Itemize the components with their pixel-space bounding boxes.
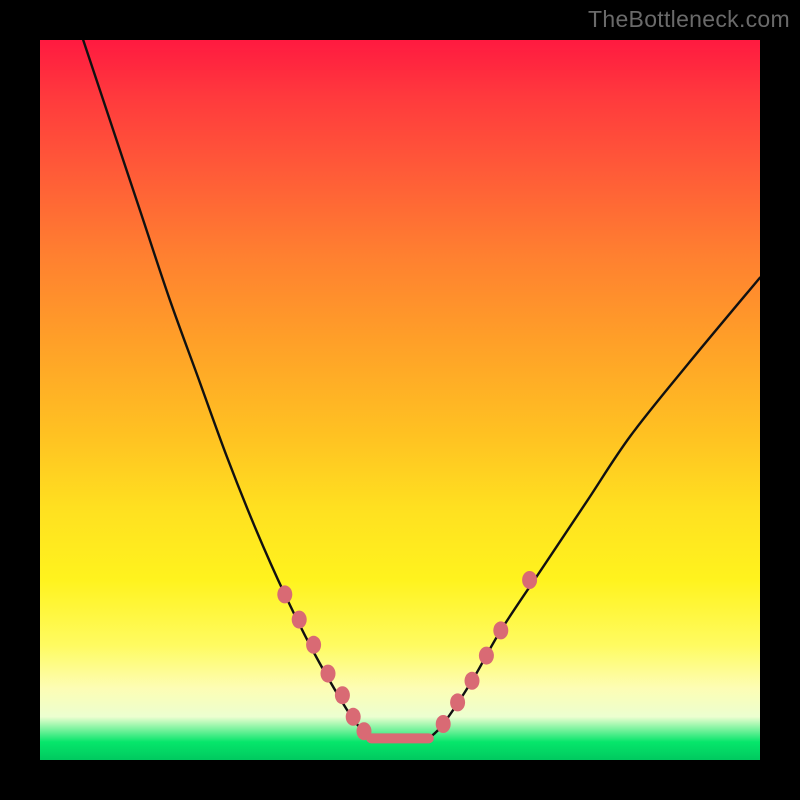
left-curve	[83, 40, 371, 738]
chart-frame: TheBottleneck.com	[0, 0, 800, 800]
plot-area	[40, 40, 760, 760]
right-curve-markers	[436, 571, 537, 733]
data-marker	[357, 722, 372, 740]
data-marker	[522, 571, 537, 589]
data-marker	[335, 686, 350, 704]
watermark-text: TheBottleneck.com	[588, 6, 790, 33]
curve-layer	[40, 40, 760, 760]
right-curve	[429, 278, 760, 739]
data-marker	[450, 693, 465, 711]
data-marker	[292, 611, 307, 629]
data-marker	[346, 708, 361, 726]
data-marker	[465, 672, 480, 690]
data-marker	[493, 621, 508, 639]
data-marker	[306, 636, 321, 654]
data-marker	[321, 665, 336, 683]
data-marker	[277, 585, 292, 603]
data-marker	[436, 715, 451, 733]
data-marker	[479, 647, 494, 665]
